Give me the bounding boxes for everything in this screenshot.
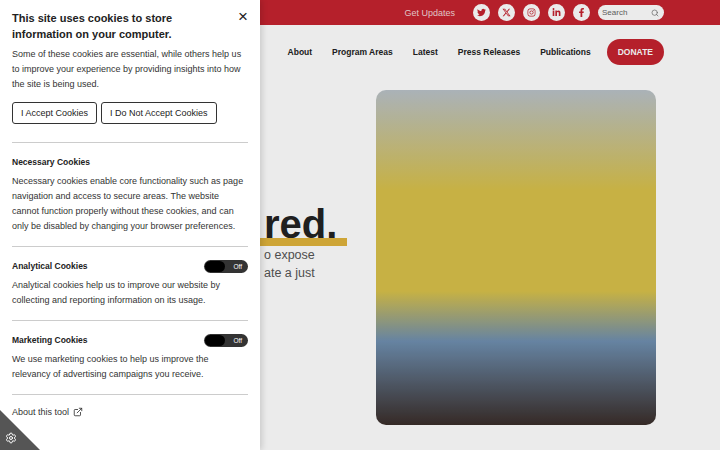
cookie-section: Necessary Cookies Necessary cookies enabl… bbox=[12, 142, 248, 246]
toggle-switch[interactable]: Off bbox=[204, 260, 248, 273]
page: Get UpdatesSearchAboutProgram AreasLates… bbox=[0, 0, 720, 450]
cookie-title: This site uses cookies to store informat… bbox=[12, 10, 230, 42]
section-heading: Marketing Cookies bbox=[12, 335, 88, 345]
section-heading: Analytical Cookies bbox=[12, 261, 88, 271]
section-description: Necessary cookies enable core functional… bbox=[12, 174, 248, 234]
section-description: We use marketing cookies to help us impr… bbox=[12, 352, 248, 382]
cookie-intro: Some of these cookies are essential, whi… bbox=[12, 47, 248, 92]
cookie-section: Marketing Cookies Off We use marketing coo… bbox=[12, 320, 248, 394]
toggle-label: Off bbox=[233, 337, 242, 344]
cookie-panel: This site uses cookies to store informat… bbox=[0, 0, 260, 450]
toggle-knob bbox=[205, 335, 225, 346]
close-button[interactable]: × bbox=[238, 10, 248, 24]
toggle-label: Off bbox=[233, 263, 242, 270]
accept-button[interactable]: I Accept Cookies bbox=[12, 102, 97, 124]
external-link-icon bbox=[73, 407, 83, 417]
toggle-switch[interactable]: Off bbox=[204, 334, 248, 347]
decline-button[interactable]: I Do Not Accept Cookies bbox=[101, 102, 217, 124]
section-description: Analytical cookies help us to improve ou… bbox=[12, 278, 248, 308]
gear-icon bbox=[5, 432, 17, 444]
cookie-section: Analytical Cookies Off Analytical cookies … bbox=[12, 246, 248, 320]
about-link[interactable]: About this tool bbox=[12, 394, 248, 417]
section-heading: Necessary Cookies bbox=[12, 157, 90, 167]
toggle-knob bbox=[205, 261, 225, 272]
